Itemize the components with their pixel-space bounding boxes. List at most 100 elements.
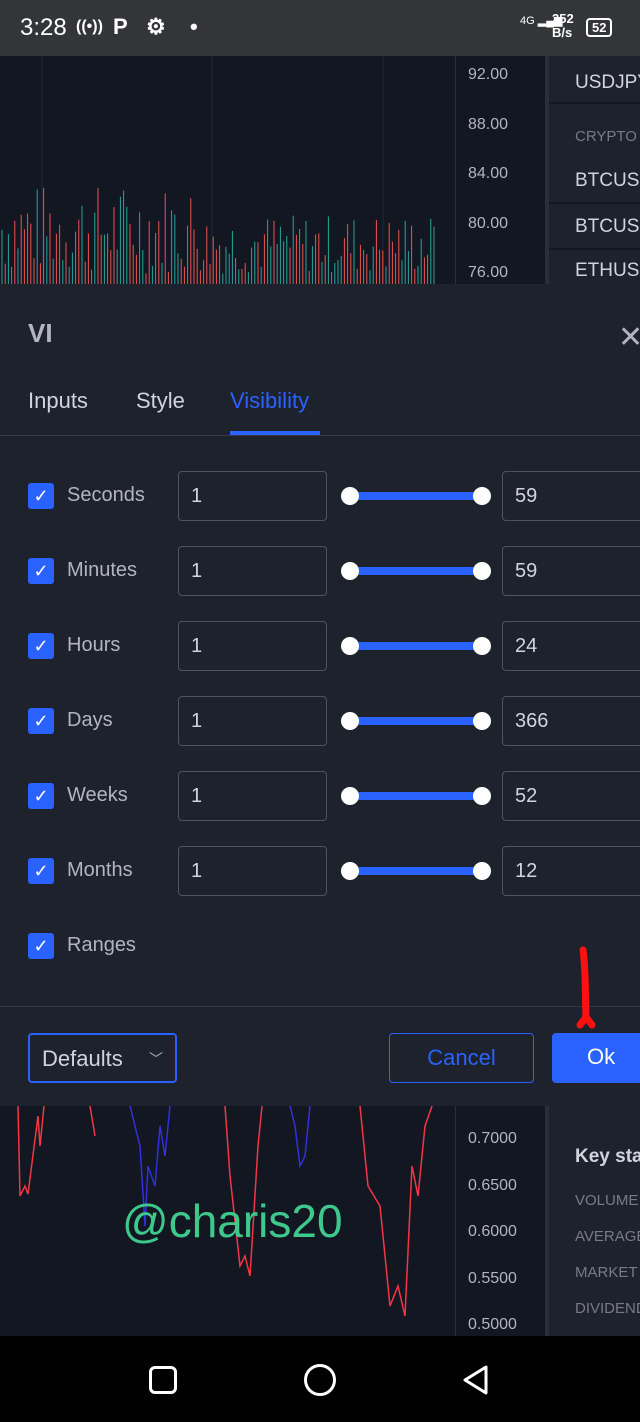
tab-style[interactable]: Style xyxy=(136,388,185,414)
range-slider-track[interactable] xyxy=(349,792,482,800)
stat-label: DIVIDEND xyxy=(575,1300,640,1317)
row-label: Ranges xyxy=(67,934,136,956)
slider-max-handle[interactable] xyxy=(473,487,491,505)
checkbox[interactable]: ✓ xyxy=(28,633,54,659)
divider xyxy=(0,1006,640,1007)
watchlist-item[interactable]: BTCUSD xyxy=(575,170,640,192)
slider-min-handle[interactable] xyxy=(341,562,359,580)
stat-label: VOLUME xyxy=(575,1192,639,1209)
volume-chart[interactable] xyxy=(0,56,545,284)
row-label: Seconds xyxy=(67,484,145,506)
dot-icon: • xyxy=(190,14,198,39)
range-slider-track[interactable] xyxy=(349,567,482,575)
visibility-row-ranges: ✓ Ranges xyxy=(0,921,640,971)
from-input[interactable]: 1 xyxy=(178,621,327,671)
price-tick: 84.00 xyxy=(468,165,509,182)
status-bar: 3:28 ((•)) P ⚙ • 4G ▂▄▆ 252 B/s 52 xyxy=(0,0,640,56)
price-tick: 76.00 xyxy=(468,264,509,281)
speed: 252 B/s xyxy=(552,12,574,40)
defaults-dropdown[interactable]: Defaults ﹀ xyxy=(28,1033,177,1083)
visibility-row-minutes: ✓ Minutes 1 59 xyxy=(0,546,640,596)
range-slider-track[interactable] xyxy=(349,867,482,875)
tab-inputs[interactable]: Inputs xyxy=(28,388,88,414)
to-input[interactable]: 59 xyxy=(502,546,640,596)
slider-max-handle[interactable] xyxy=(473,862,491,880)
visibility-row-seconds: ✓ Seconds 1 59 xyxy=(0,471,640,521)
slider-max-handle[interactable] xyxy=(473,562,491,580)
checkbox[interactable]: ✓ xyxy=(28,708,54,734)
range-slider-track[interactable] xyxy=(349,492,482,500)
speed-unit: B/s xyxy=(552,25,573,40)
to-input[interactable]: 366 xyxy=(502,696,640,746)
indicator-tick: 0.6500 xyxy=(468,1176,517,1194)
checkbox[interactable]: ✓ xyxy=(28,558,54,584)
watchlist-item[interactable]: BTCUSD xyxy=(575,216,640,238)
checkbox[interactable]: ✓ xyxy=(28,483,54,509)
watermark: @charis20 xyxy=(122,1195,343,1247)
indicator-tick: 0.7000 xyxy=(468,1130,517,1147)
slider-min-handle[interactable] xyxy=(341,637,359,655)
visibility-row-days: ✓ Days 1 366 xyxy=(0,696,640,746)
clock: 3:28 xyxy=(20,14,67,41)
from-input[interactable]: 1 xyxy=(178,696,327,746)
slider-max-handle[interactable] xyxy=(473,637,491,655)
speed-value: 252 xyxy=(552,11,574,26)
to-input[interactable]: 59 xyxy=(502,471,640,521)
from-input[interactable]: 1 xyxy=(178,471,327,521)
close-icon[interactable]: ✕ xyxy=(618,320,640,355)
battery-level: 52 xyxy=(592,20,607,35)
range-slider-track[interactable] xyxy=(349,717,482,725)
key-stats-heading: Key stats xyxy=(575,1146,640,1167)
back-button[interactable] xyxy=(460,1364,492,1396)
indicator-line xyxy=(359,1106,433,1317)
to-input[interactable]: 24 xyxy=(502,621,640,671)
slider-max-handle[interactable] xyxy=(473,787,491,805)
slider-min-handle[interactable] xyxy=(341,862,359,880)
row-label: Weeks xyxy=(67,784,128,806)
indicator-settings-dialog: VI ✕ Inputs Style Visibility ✓ Seconds 1… xyxy=(0,284,640,1106)
ok-button[interactable]: Ok xyxy=(552,1033,640,1083)
indicator-tick: 0.5000 xyxy=(468,1316,517,1333)
indicator-line xyxy=(89,1106,96,1137)
cancel-button[interactable]: Cancel xyxy=(389,1033,534,1083)
battery-icon: 52 xyxy=(586,18,613,37)
row-label: Days xyxy=(67,709,113,731)
checkbox[interactable]: ✓ xyxy=(28,783,54,809)
checkbox[interactable]: ✓ xyxy=(28,858,54,884)
slider-max-handle[interactable] xyxy=(473,712,491,730)
from-input[interactable]: 1 xyxy=(178,771,327,821)
watchlist-item[interactable]: ETHUSD xyxy=(575,260,640,282)
recents-button[interactable] xyxy=(149,1366,177,1394)
visibility-row-weeks: ✓ Weeks 1 52 xyxy=(0,771,640,821)
range-slider-track[interactable] xyxy=(349,642,482,650)
navigation-bar xyxy=(0,1336,640,1422)
p-app-icon: P xyxy=(113,14,128,39)
tab-visibility[interactable]: Visibility xyxy=(230,388,309,414)
home-button[interactable] xyxy=(304,1364,336,1396)
row-label: Minutes xyxy=(67,559,138,581)
indicator-tick: 0.5500 xyxy=(468,1269,517,1287)
section-header: CRYPTO xyxy=(575,128,637,145)
slider-min-handle[interactable] xyxy=(341,712,359,730)
to-input[interactable]: 52 xyxy=(502,771,640,821)
from-input[interactable]: 1 xyxy=(178,546,327,596)
indicator-line xyxy=(224,1106,263,1277)
indicator-line xyxy=(17,1106,45,1197)
hotspot-icon: ((•)) xyxy=(76,18,103,35)
visibility-row-hours: ✓ Hours 1 24 xyxy=(0,621,640,671)
from-input[interactable]: 1 xyxy=(178,846,327,896)
slider-min-handle[interactable] xyxy=(341,787,359,805)
row-label: Hours xyxy=(67,634,121,656)
visibility-row-months: ✓ Months 1 12 xyxy=(0,846,640,896)
chevron-down-icon: ﹀ xyxy=(149,1051,163,1067)
to-input[interactable]: 12 xyxy=(502,846,640,896)
network-type: 4G xyxy=(520,15,535,27)
stat-label: AVERAGE xyxy=(575,1228,640,1245)
indicator-tick: 0.6000 xyxy=(468,1223,517,1240)
row-label: Months xyxy=(67,859,133,881)
price-tick: 80.00 xyxy=(468,214,509,232)
watchlist-item[interactable]: USDJPY xyxy=(575,72,640,94)
checkbox-ranges[interactable]: ✓ xyxy=(28,933,54,959)
slider-min-handle[interactable] xyxy=(341,487,359,505)
indicator-line xyxy=(289,1106,311,1169)
